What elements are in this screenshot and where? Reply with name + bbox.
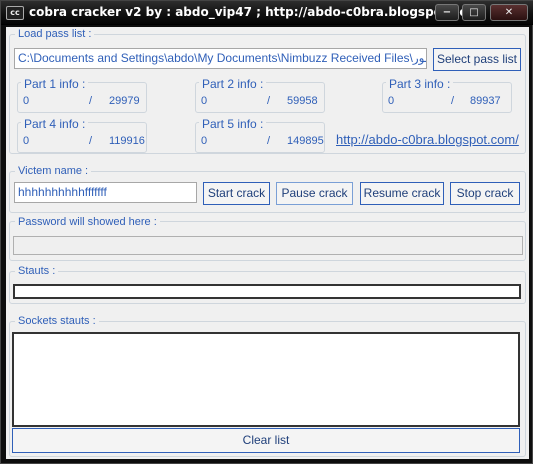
part-5-separator: / — [267, 135, 271, 147]
minimize-icon[interactable]: − — [435, 4, 459, 21]
part-3-separator: / — [451, 95, 455, 107]
pause-crack-button[interactable]: Pause crack — [276, 182, 353, 205]
client-area: Load pass list : C:\Documents and Settin… — [6, 27, 529, 459]
part-2-total: 59958 — [287, 95, 318, 107]
part-2-current: 0 — [201, 95, 208, 107]
victim-label: Victem name : — [15, 165, 92, 177]
part-5-label: Part 5 info : — [199, 117, 267, 131]
part-4-info: Part 4 info : 0 / 119916 — [17, 117, 147, 153]
blog-link[interactable]: http://abdo-c0bra.blogspot.com/ — [336, 132, 519, 147]
select-pass-list-button[interactable]: Select pass list — [433, 48, 521, 71]
part-2-info: Part 2 info : 0 / 59958 — [195, 77, 325, 113]
app-icon: cc — [6, 6, 24, 20]
password-group: Password will showed here : — [9, 216, 526, 261]
app-window: cc cobra cracker v2 by : abdo_vip47 ; ht… — [0, 0, 533, 464]
part-4-separator: / — [89, 135, 93, 147]
part-4-label: Part 4 info : — [21, 117, 89, 131]
resume-crack-button[interactable]: Resume crack — [360, 182, 444, 205]
title-bar[interactable]: cc cobra cracker v2 by : abdo_vip47 ; ht… — [1, 1, 533, 25]
status-group: Stauts : — [9, 265, 526, 304]
sockets-list[interactable] — [12, 332, 520, 427]
password-label: Password will showed here : — [15, 216, 160, 228]
load-pass-list-group: Load pass list : C:\Documents and Settin… — [9, 28, 526, 154]
part-1-total: 29979 — [109, 95, 140, 107]
status-bar — [13, 284, 521, 299]
clear-list-button[interactable]: Clear list — [12, 428, 520, 453]
load-pass-list-label: Load pass list : — [15, 28, 95, 40]
part-4-current: 0 — [23, 135, 30, 147]
part-5-total: 149895 — [287, 135, 324, 147]
close-icon[interactable]: ✕ — [490, 4, 528, 21]
part-5-info: Part 5 info : 0 / 149895 — [195, 117, 325, 153]
password-output-field — [13, 236, 523, 255]
victim-group: Victem name : hhhhhhhhhhfffffff Start cr… — [9, 165, 526, 213]
part-3-label: Part 3 info : — [386, 77, 454, 91]
sockets-group: Sockets stauts : Clear list — [9, 315, 526, 457]
part-5-current: 0 — [201, 135, 208, 147]
part-1-label: Part 1 info : — [21, 77, 89, 91]
part-1-info: Part 1 info : 0 / 29979 — [17, 77, 147, 113]
part-3-info: Part 3 info : 0 / 89937 — [382, 77, 512, 113]
start-crack-button[interactable]: Start crack — [203, 182, 270, 205]
stop-crack-button[interactable]: Stop crack — [450, 182, 520, 205]
window-title: cobra cracker v2 by : abdo_vip47 ; http:… — [29, 5, 485, 19]
status-label: Stauts : — [15, 265, 59, 277]
sockets-label: Sockets stauts : — [15, 315, 99, 327]
part-3-total: 89937 — [470, 95, 501, 107]
part-2-separator: / — [267, 95, 271, 107]
part-3-current: 0 — [388, 95, 395, 107]
pass-list-path-field[interactable]: C:\Documents and Settings\abdo\My Docume… — [14, 48, 427, 69]
maximize-icon[interactable]: □ — [462, 4, 486, 21]
victim-name-field[interactable]: hhhhhhhhhhfffffff — [14, 182, 197, 203]
part-1-separator: / — [89, 95, 93, 107]
part-2-label: Part 2 info : — [199, 77, 267, 91]
part-4-total: 119916 — [109, 135, 145, 147]
part-1-current: 0 — [23, 95, 30, 107]
